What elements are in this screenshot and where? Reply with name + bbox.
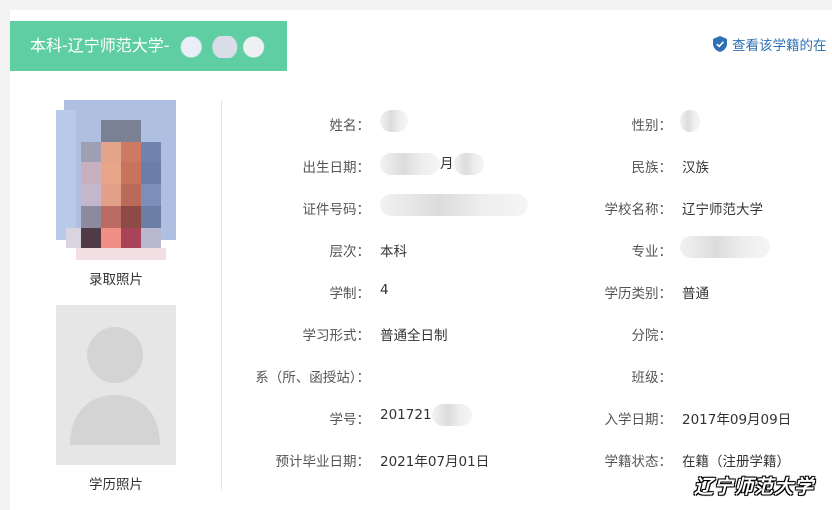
edu-type-label: 学历类别：: [604, 286, 673, 302]
verify-status-link[interactable]: 查看该学籍的在: [713, 34, 827, 54]
enroll-date-label: 入学日期：: [604, 412, 673, 428]
student-record-card: 本科-辽宁师范大学- 查看该学籍的在 录取照片 学历照片 姓名： 性别： 出生日…: [10, 10, 832, 510]
id-number-value: [380, 194, 528, 216]
redacted-birth: [380, 153, 440, 175]
school-value: 辽宁师范大学: [682, 202, 763, 218]
name-label: 姓名：: [329, 118, 371, 134]
birth-date-value: 月: [380, 152, 484, 175]
major-value: [680, 236, 770, 258]
edu-type-value: 普通: [682, 286, 709, 302]
level-label: 层次：: [329, 244, 371, 260]
column-divider: [221, 100, 222, 490]
major-label: 专业：: [631, 244, 673, 260]
ethnicity-label: 民族：: [631, 160, 673, 176]
class-label: 班级：: [631, 370, 673, 386]
redacted-name-blur: [171, 35, 268, 58]
grad-date-value: 2021年07月01日: [380, 454, 490, 470]
duration-value: 4: [380, 282, 389, 298]
grad-date-label: 预计毕业日期：: [275, 454, 371, 470]
study-form-value: 普通全日制: [380, 328, 448, 344]
level-value: 本科: [380, 244, 407, 260]
verify-link-label: 查看该学籍的在: [732, 38, 827, 54]
redacted-gender: [680, 110, 700, 132]
redacted-student-number: [431, 404, 472, 426]
student-number-value: 201721: [380, 404, 472, 426]
id-number-label: 证件号码：: [302, 202, 371, 218]
student-number-label: 学号：: [329, 412, 371, 428]
degree-photo-caption: 学历照片: [89, 477, 143, 493]
tab-title: 本科-辽宁师范大学-: [30, 36, 170, 55]
duration-label: 学制：: [329, 286, 371, 302]
shield-icon: [713, 36, 727, 52]
redacted-major: [680, 236, 770, 258]
status-label: 学籍状态：: [604, 454, 673, 470]
name-value: [380, 110, 408, 132]
school-label: 学校名称：: [604, 202, 673, 218]
university-watermark: 辽宁师范大学: [694, 476, 815, 498]
redacted-birth-day: [453, 153, 484, 175]
birth-date-label: 出生日期：: [302, 160, 371, 176]
enroll-date-value: 2017年09月09日: [682, 412, 792, 428]
admission-photo: [56, 100, 176, 260]
department-label: 系（所、函授站）：: [255, 370, 370, 386]
status-value: 在籍（注册学籍）: [682, 454, 790, 470]
redacted-name: [380, 110, 408, 132]
gender-label: 性别：: [631, 118, 673, 134]
admission-photo-caption: 录取照片: [89, 272, 143, 288]
student-number-text: 201721: [380, 407, 432, 423]
birth-date-month-text: 月: [440, 156, 454, 172]
redacted-id: [380, 194, 528, 216]
study-form-label: 学习形式：: [302, 328, 371, 344]
ethnicity-value: 汉族: [682, 160, 709, 176]
branch-label: 分院：: [631, 328, 673, 344]
gender-value: [680, 110, 700, 132]
record-tab[interactable]: 本科-辽宁师范大学-: [10, 21, 287, 71]
degree-photo-placeholder: [56, 305, 176, 465]
